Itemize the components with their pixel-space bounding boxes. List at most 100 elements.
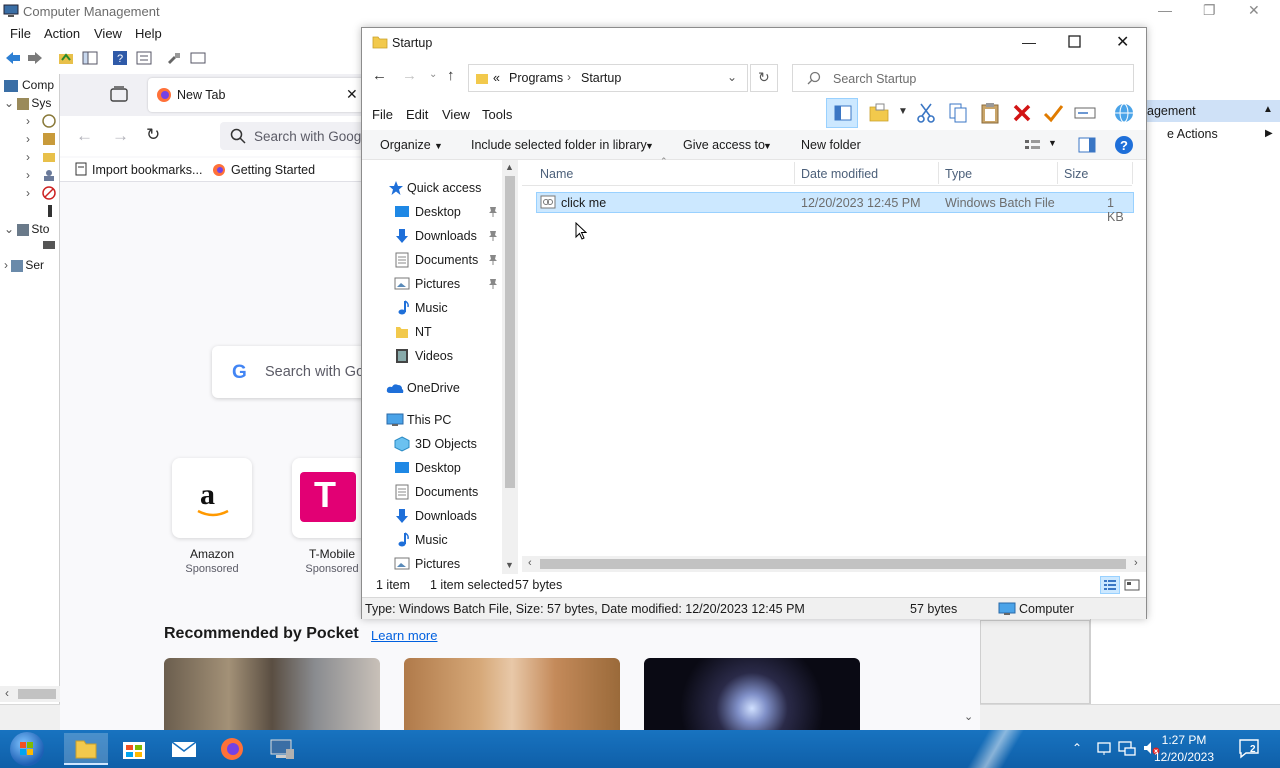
nav-quick-access[interactable]: Quick access: [362, 176, 502, 200]
copy-icon[interactable]: [948, 102, 968, 124]
start-button[interactable]: [10, 732, 44, 766]
top-site-amazon[interactable]: a: [172, 458, 252, 538]
taskbar-clock[interactable]: 1:27 PM 12/20/2023: [1144, 732, 1224, 766]
nav-this-pc[interactable]: This PC: [362, 408, 502, 432]
tab-overview-icon[interactable]: [110, 86, 128, 102]
scroll-down-icon[interactable]: ▼: [505, 560, 514, 570]
ff-scroll-down-icon[interactable]: ⌄: [964, 710, 973, 723]
nav-nt[interactable]: NT: [362, 320, 502, 344]
cut-icon[interactable]: [916, 102, 936, 124]
pocket-card-space[interactable]: [644, 658, 860, 730]
taskbar-file-explorer[interactable]: [64, 733, 108, 765]
column-size[interactable]: Size: [1064, 167, 1088, 181]
ff-reload-icon[interactable]: ↻: [146, 125, 160, 145]
explorer-menu-file[interactable]: File: [372, 107, 393, 122]
help-icon[interactable]: ?: [112, 50, 128, 66]
nav-downloads[interactable]: Downloads: [362, 224, 502, 248]
show-hide-tree-icon[interactable]: [82, 50, 98, 66]
cm-restore-icon[interactable]: ❐: [1203, 2, 1216, 19]
rename-icon[interactable]: [1074, 104, 1096, 122]
column-date-modified[interactable]: Date modified: [801, 167, 878, 181]
cm-menu-file[interactable]: File: [10, 26, 31, 41]
ff-back-icon[interactable]: ←: [76, 126, 93, 146]
taskbar-store[interactable]: [112, 733, 156, 765]
breadcrumb-programs[interactable]: Programs: [509, 71, 563, 85]
nav-pictures[interactable]: Pictures: [362, 272, 502, 296]
explorer-refresh-button[interactable]: ↻: [750, 64, 778, 92]
include-in-library-button[interactable]: Include selected folder in library: [471, 138, 647, 152]
organize-dropdown-icon[interactable]: ▼: [434, 141, 443, 151]
network-icon[interactable]: [1118, 740, 1136, 756]
nav-3d-objects[interactable]: 3D Objects: [362, 432, 502, 456]
scroll-right-icon[interactable]: ›: [1134, 557, 1138, 569]
tree-item-services[interactable]: › Ser: [4, 258, 44, 272]
back-arrow-icon[interactable]: [4, 50, 22, 66]
explorer-menu-view[interactable]: View: [442, 107, 470, 122]
cm-menu-help[interactable]: Help: [135, 26, 162, 41]
forward-arrow-icon[interactable]: [26, 50, 44, 66]
getting-started-link[interactable]: Getting Started: [231, 163, 315, 177]
file-list-hscrollbar[interactable]: ‹ ›: [522, 556, 1146, 572]
explorer-search-box[interactable]: Search Startup: [792, 64, 1134, 92]
ff-forward-icon[interactable]: →: [112, 126, 129, 146]
cm-close-icon[interactable]: ✕: [1248, 2, 1260, 19]
scroll-up-icon[interactable]: ▲: [505, 162, 514, 172]
view-options-icon[interactable]: [1024, 138, 1042, 152]
cm-tree-hscrollbar[interactable]: ‹: [0, 686, 60, 702]
properties-icon[interactable]: [136, 50, 152, 66]
organize-button[interactable]: Organize: [380, 138, 431, 152]
show-hidden-icons-icon[interactable]: ⌃: [1072, 741, 1082, 755]
tree-expander[interactable]: ›: [26, 186, 30, 200]
taskbar-firefox[interactable]: [210, 733, 254, 765]
help-icon[interactable]: ?: [1114, 135, 1134, 155]
more-actions-item[interactable]: e Actions: [1167, 127, 1218, 141]
column-type[interactable]: Type: [945, 167, 972, 181]
recent-locations-icon[interactable]: ⌄: [429, 69, 437, 80]
nav-pc-music[interactable]: Music: [362, 528, 502, 552]
cm-menu-view[interactable]: View: [94, 26, 122, 41]
paste-icon[interactable]: [980, 102, 1000, 124]
folder-options-dropdown-icon[interactable]: ▼: [898, 106, 908, 117]
give-access-button[interactable]: Give access to: [683, 138, 765, 152]
taskbar-mail[interactable]: [162, 733, 206, 765]
explorer-menu-edit[interactable]: Edit: [406, 107, 428, 122]
give-access-dropdown-icon[interactable]: ▼: [763, 141, 772, 151]
tree-item-computer[interactable]: Comp: [4, 78, 54, 92]
folder-options-icon[interactable]: [868, 102, 890, 124]
breadcrumb-startup[interactable]: Startup: [581, 71, 621, 85]
large-icons-view-button[interactable]: [1124, 578, 1140, 592]
network-device-icon[interactable]: [1096, 740, 1112, 756]
export-list-icon[interactable]: [190, 50, 206, 66]
nav-pc-desktop[interactable]: Desktop: [362, 456, 502, 480]
connect-icon[interactable]: [166, 50, 182, 66]
tree-expander[interactable]: ›: [26, 168, 30, 182]
scroll-left-icon[interactable]: ‹: [528, 557, 532, 569]
file-list-scroll-thumb[interactable]: [540, 559, 1126, 569]
address-dropdown-icon[interactable]: ⌄: [727, 70, 737, 84]
tree-expander[interactable]: ›: [26, 150, 30, 164]
pocket-card-photo-grid[interactable]: [164, 658, 380, 730]
taskbar-computer-management[interactable]: [260, 733, 304, 765]
column-name[interactable]: Name: [540, 167, 573, 181]
properties-check-icon[interactable]: [1042, 102, 1064, 124]
file-row[interactable]: click me 12/20/2023 12:45 PM Windows Bat…: [536, 192, 1134, 224]
explorer-address-bar[interactable]: « Programs › Startup ⌄: [468, 64, 748, 92]
explorer-up-icon[interactable]: ↑: [447, 67, 455, 84]
up-folder-icon[interactable]: [58, 50, 74, 66]
explorer-minimize-icon[interactable]: —: [1022, 34, 1036, 50]
tree-item-system-tools[interactable]: ⌄ Sys: [4, 96, 51, 110]
nav-documents[interactable]: Documents: [362, 248, 502, 272]
top-site-tmobile[interactable]: T: [292, 458, 372, 538]
breadcrumb-chevron-icon[interactable]: ›: [567, 70, 571, 84]
collapse-up-icon[interactable]: ▲: [1263, 104, 1273, 115]
close-tab-icon[interactable]: ✕: [346, 86, 358, 103]
explorer-maximize-icon[interactable]: [1068, 32, 1082, 49]
explorer-menu-tools[interactable]: Tools: [482, 107, 512, 122]
view-options-dropdown-icon[interactable]: ▼: [1048, 138, 1057, 148]
address-overflow[interactable]: «: [493, 71, 500, 85]
import-bookmarks-link[interactable]: Import bookmarks...: [92, 163, 202, 177]
ff-tab-new[interactable]: New Tab ✕: [148, 78, 368, 112]
details-view-button[interactable]: [1100, 576, 1120, 594]
pocket-learn-more-link[interactable]: Learn more: [371, 628, 437, 643]
nav-pane-scrollbar[interactable]: ▲ ▼: [502, 160, 518, 574]
